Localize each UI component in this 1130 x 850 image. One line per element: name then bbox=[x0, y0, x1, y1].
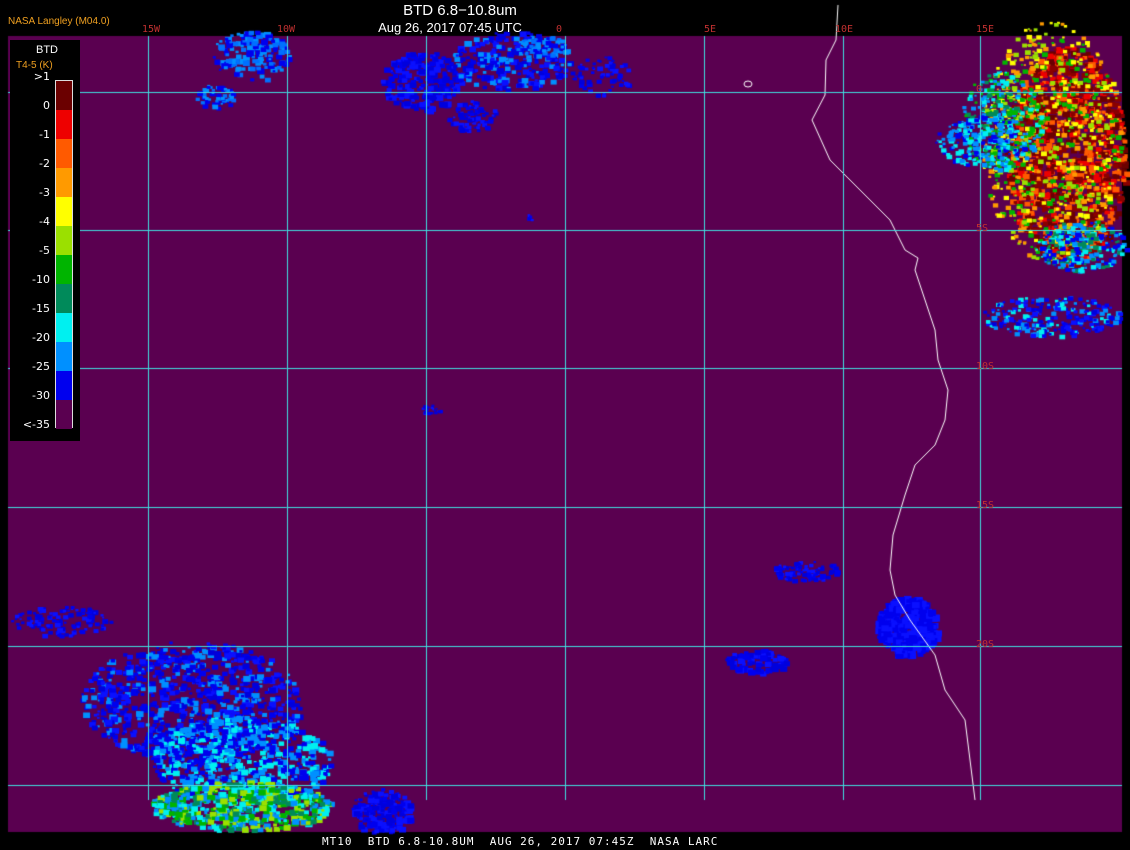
footer-caption: MT10 BTD 6.8-10.8UM AUG 26, 2017 07:45Z … bbox=[322, 835, 719, 848]
legend-title: BTD bbox=[36, 44, 58, 56]
satellite-map bbox=[0, 0, 1130, 850]
legend-tick-label: -25 bbox=[32, 360, 50, 373]
lat-label-0: 0 bbox=[976, 84, 983, 95]
legend-tick-label: -3 bbox=[39, 186, 50, 199]
lat-label-15s: 15S bbox=[976, 500, 995, 511]
lon-label-15w: 15W bbox=[142, 24, 161, 35]
color-legend: BTD T4-5 (K) >1 0 -1 -2 -3 -4 -5 -10 -15 -20 -25 -3… bbox=[10, 40, 80, 441]
lon-label-10w: 10W bbox=[277, 24, 296, 35]
lat-label-10s: 10S bbox=[976, 361, 995, 372]
legend-tick-label: >1 bbox=[33, 70, 50, 83]
lat-label-20s: 20S bbox=[976, 639, 995, 650]
lon-label-0: 0 bbox=[556, 24, 563, 35]
legend-swatch bbox=[56, 400, 72, 429]
legend-tick-label: -5 bbox=[39, 244, 50, 257]
legend-tick-label: -2 bbox=[39, 157, 50, 170]
legend-swatch bbox=[56, 313, 72, 342]
legend-swatch bbox=[56, 81, 72, 110]
legend-swatch bbox=[56, 110, 72, 139]
legend-swatch bbox=[56, 371, 72, 400]
legend-tick-label: -4 bbox=[39, 215, 50, 228]
lon-label-15e: 15E bbox=[976, 24, 995, 35]
lon-label-5e: 5E bbox=[704, 24, 717, 35]
legend-tick-label: 0 bbox=[43, 99, 50, 112]
legend-swatch bbox=[56, 226, 72, 255]
legend-swatch bbox=[56, 168, 72, 197]
legend-swatch bbox=[56, 342, 72, 371]
legend-swatch bbox=[56, 197, 72, 226]
producer-label: NASA Langley (M04.0) bbox=[8, 16, 110, 27]
map-timestamp: Aug 26, 2017 07:45 UTC bbox=[378, 20, 522, 35]
legend-tick-label: -30 bbox=[32, 389, 50, 402]
legend-color-bar bbox=[55, 80, 73, 429]
lon-label-10e: 10E bbox=[835, 24, 854, 35]
legend-swatch bbox=[56, 284, 72, 313]
lat-label-5s: 5S bbox=[976, 223, 989, 234]
legend-tick-label: -1 bbox=[39, 128, 50, 141]
legend-tick-label: -15 bbox=[32, 302, 50, 315]
legend-tick-label: -10 bbox=[32, 273, 50, 286]
legend-swatch bbox=[56, 255, 72, 284]
legend-tick-label: <-35 bbox=[22, 418, 50, 431]
map-title: BTD 6.8−10.8um bbox=[403, 2, 517, 19]
legend-tick-label: -20 bbox=[32, 331, 50, 344]
legend-swatch bbox=[56, 139, 72, 168]
